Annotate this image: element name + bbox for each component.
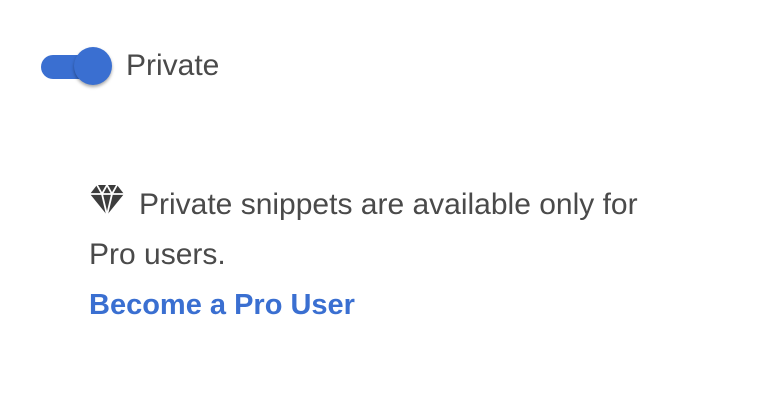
- notice-line-1: Private snippets are available only for: [89, 180, 729, 230]
- diamond-icon: [90, 184, 124, 216]
- notice-text-line-2: Pro users.: [89, 238, 226, 271]
- private-toggle-row: Private: [40, 44, 219, 88]
- pro-notice: Private snippets are available only for …: [89, 180, 729, 330]
- toggle-knob[interactable]: [74, 47, 112, 85]
- private-toggle-switch[interactable]: [40, 44, 116, 88]
- notice-text-line-1: Private snippets are available only for: [139, 188, 638, 221]
- become-pro-user-link[interactable]: Become a Pro User: [89, 280, 355, 330]
- private-toggle-label: Private: [126, 49, 220, 82]
